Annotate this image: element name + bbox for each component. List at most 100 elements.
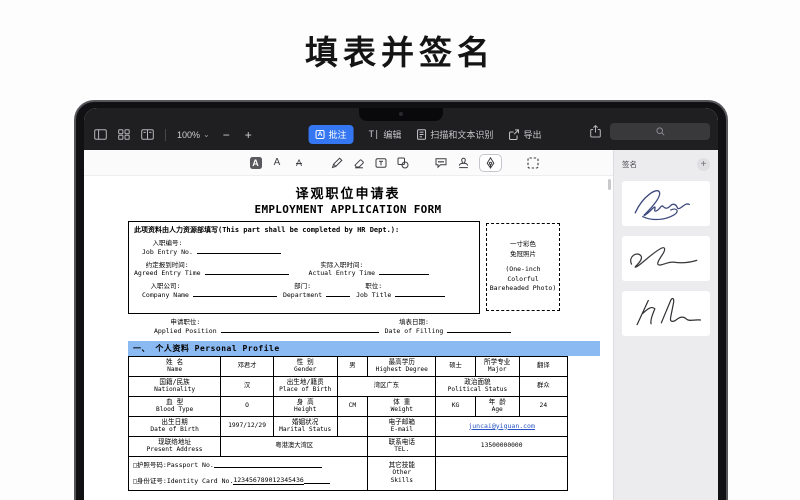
underline-tool[interactable]: A xyxy=(271,156,284,169)
id-documents-cell: □护照号码:Passport No. □身份证号:Identity Card N… xyxy=(127,455,369,491)
political-label: 政治面貌 Political Status xyxy=(435,375,520,397)
signature-item-1[interactable] xyxy=(622,181,710,226)
birthplace-value[interactable]: 湾区广东 xyxy=(336,375,437,397)
section-header-personal-profile: 一、 个人资料 Personal Profile xyxy=(128,340,600,356)
nationality-value[interactable]: 汉 xyxy=(220,375,274,397)
height-label: 身 高 Height xyxy=(272,395,338,417)
zoom-level-control[interactable]: 100% ⌄ xyxy=(177,130,210,140)
name-label: 姓 名 Name xyxy=(127,355,222,377)
search-input[interactable] xyxy=(610,123,710,140)
signature-tool[interactable] xyxy=(478,153,502,172)
job-title-label: 职位: Job Title xyxy=(356,282,392,299)
tab-export[interactable]: 导出 xyxy=(508,128,541,141)
tab-edit[interactable]: T| 编辑 xyxy=(369,128,402,141)
idcard-label: □身份证号:Identity Card No. xyxy=(133,477,234,486)
pen-tool[interactable] xyxy=(331,156,344,169)
sidebar-title: 签名 xyxy=(622,160,637,169)
two-page-view-icon[interactable] xyxy=(141,129,154,140)
dob-label: 出生日期 Date of Birth xyxy=(127,415,222,437)
page-banner: 填表并签名 xyxy=(0,0,800,100)
signature-stroke-1 xyxy=(634,190,690,221)
weight-unit[interactable]: KG xyxy=(435,395,476,417)
app-window: 100% ⌄ − + A 批注 T| 编辑 扫描和文本识别 导出 A A A 译… xyxy=(84,108,718,500)
gender-label: 性 别 Gender xyxy=(272,355,338,377)
job-title-blank[interactable] xyxy=(395,295,446,297)
tab-scan-ocr[interactable]: 扫描和文本识别 xyxy=(416,128,493,141)
gender-value[interactable]: 男 xyxy=(336,355,369,377)
text-box-tool[interactable] xyxy=(375,156,388,169)
skills-value[interactable] xyxy=(435,455,568,491)
job-entry-blank[interactable] xyxy=(196,252,281,254)
text-cursor-icon: T| xyxy=(368,129,380,140)
department-blank[interactable] xyxy=(326,295,351,297)
laptop-notch xyxy=(359,108,443,121)
filling-date-blank[interactable] xyxy=(447,331,512,333)
marital-value[interactable] xyxy=(336,415,369,437)
name-value[interactable]: 邓君才 xyxy=(220,355,274,377)
dob-value[interactable]: 1997/12/29 xyxy=(220,415,274,437)
camera-icon xyxy=(399,112,403,116)
shapes-tool[interactable] xyxy=(397,156,410,169)
scrollbar[interactable] xyxy=(608,179,611,190)
table-row: 国籍/民族 Nationality 汉 出生地/籍贯 Place of Birth … xyxy=(127,375,569,397)
marquee-select-tool[interactable] xyxy=(527,156,540,169)
major-label: 所学专业 Major xyxy=(474,355,520,377)
passport-blank[interactable] xyxy=(213,467,322,469)
comment-tool[interactable] xyxy=(435,156,448,169)
blood-label: 血 型 Blood Type xyxy=(127,395,222,417)
tab-annotate-label: 批注 xyxy=(328,130,347,140)
sidebar-toggle-icon[interactable] xyxy=(94,129,107,140)
application-form: 译观职位申请表 EMPLOYMENT APPLICATION FORM 此项资料… xyxy=(127,183,600,491)
form-title-cn: 译观职位申请表 xyxy=(295,187,401,202)
filling-date-label: 填表日期: Date of Filling xyxy=(384,318,444,335)
applied-position-blank[interactable] xyxy=(220,331,379,333)
share-icon[interactable] xyxy=(590,125,601,138)
passport-label: □护照号码:Passport No. xyxy=(133,460,214,469)
tel-value[interactable]: 13500000000 xyxy=(435,435,568,457)
signature-item-2[interactable] xyxy=(622,236,710,281)
height-unit[interactable]: CM xyxy=(336,395,369,417)
tab-scan-label: 扫描和文本识别 xyxy=(430,130,494,140)
eraser-tool[interactable] xyxy=(353,156,366,169)
idcard-value[interactable]: 123456789012345436 xyxy=(233,476,304,486)
blood-value[interactable]: O xyxy=(220,395,274,417)
birthplace-label: 出生地/籍贯 Place of Birth xyxy=(272,375,338,397)
age-value[interactable]: 24 xyxy=(518,395,569,417)
agreed-entry-label: 约定报到时间: Agreed Entry Time xyxy=(134,260,201,278)
email-value[interactable]: juncai@yiguan.com xyxy=(435,415,568,437)
actual-entry-blank[interactable] xyxy=(379,274,430,276)
actual-entry-label: 实际入职时间: Actual Entry Time xyxy=(308,260,376,278)
agreed-entry-blank[interactable] xyxy=(204,274,289,276)
zoom-out-button[interactable]: − xyxy=(221,129,232,141)
strikethrough-tool[interactable]: A xyxy=(293,156,306,169)
hr-box: 此项资料由人力资源部填写(This part shall be complete… xyxy=(128,221,480,314)
tab-annotate[interactable]: A 批注 xyxy=(308,125,354,144)
add-signature-button[interactable]: + xyxy=(697,158,710,171)
company-blank[interactable] xyxy=(192,295,277,297)
highlight-tool[interactable]: A xyxy=(249,156,262,169)
skills-label: 其它技能 Other Skills xyxy=(367,455,437,491)
company-label: 入职公司: Company Name xyxy=(142,282,189,299)
table-row: 血 型 Blood Type O 身 高 Height CM 体 重 Weight K… xyxy=(127,395,569,417)
export-icon xyxy=(508,129,519,140)
department-label: 部门: Department xyxy=(282,282,323,299)
thumbnails-icon[interactable] xyxy=(118,129,130,140)
major-value[interactable]: 翻译 xyxy=(518,355,569,377)
nationality-label: 国籍/民族 Nationality xyxy=(127,375,222,397)
form-title-en: EMPLOYMENT APPLICATION FORM xyxy=(254,203,442,216)
address-value[interactable]: 粤港澳大湾区 xyxy=(220,435,369,457)
tab-edit-label: 编辑 xyxy=(383,130,402,140)
degree-value[interactable]: 硕士 xyxy=(435,355,476,377)
degree-label: 最高学历 Highest Degree xyxy=(367,355,437,377)
photo-box: 一寸彩色 免冠照片 (One-inch Colorful Bareheaded … xyxy=(486,223,560,311)
stamp-tool[interactable] xyxy=(457,156,470,169)
email-link[interactable]: juncai@yiguan.com xyxy=(468,422,535,430)
toolbar-divider xyxy=(165,128,166,141)
signature-stroke-3 xyxy=(636,297,702,326)
table-row: □护照号码:Passport No. □身份证号:Identity Card N… xyxy=(127,455,568,491)
political-value[interactable]: 群众 xyxy=(518,375,569,397)
pdf-page[interactable]: 译观职位申请表 EMPLOYMENT APPLICATION FORM 此项资料… xyxy=(84,176,613,500)
email-label: 电子邮箱 E-mail xyxy=(367,415,437,437)
signature-item-3[interactable] xyxy=(622,291,710,336)
zoom-in-button[interactable]: + xyxy=(243,129,254,141)
